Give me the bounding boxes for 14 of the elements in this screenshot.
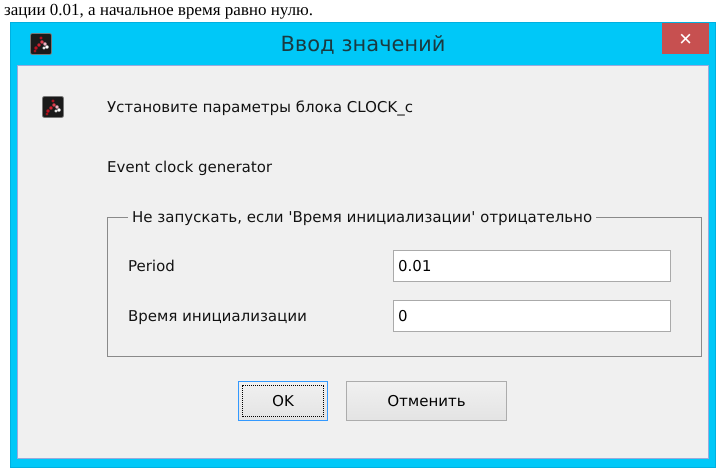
field-label: Period bbox=[128, 257, 176, 275]
input-field[interactable]: 0 bbox=[393, 300, 671, 332]
message-text: Установите параметры блока CLOCK_c bbox=[107, 98, 413, 116]
input-field[interactable]: 0.01 bbox=[393, 250, 671, 282]
document-text: зации 0.01, а начальное время равно нулю. bbox=[3, 0, 314, 20]
description-text: Event clock generator bbox=[107, 158, 274, 176]
cancel-button[interactable]: Отменить bbox=[346, 381, 507, 421]
app-icon bbox=[30, 33, 52, 55]
field-label: Время инициализации bbox=[128, 307, 308, 325]
close-button[interactable]: × bbox=[662, 23, 709, 54]
window-title: Ввод значений bbox=[280, 32, 446, 56]
block-icon bbox=[42, 96, 64, 118]
group-title: Не запускать, если 'Время инициализации' отрицательно bbox=[131, 208, 594, 226]
ok-button[interactable]: OK bbox=[238, 381, 328, 421]
